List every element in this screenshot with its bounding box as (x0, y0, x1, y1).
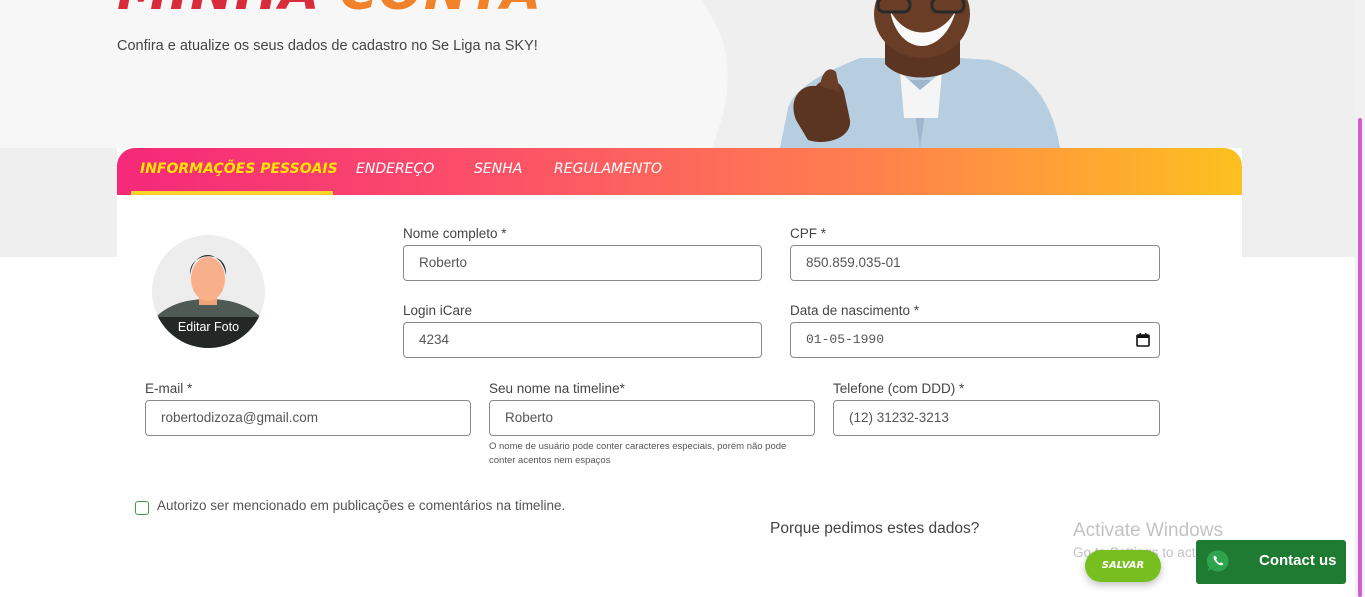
edit-photo-label: Editar Foto (177, 320, 240, 334)
consent-label[interactable]: Autorizo ser mencionado em publicações e… (157, 498, 565, 513)
page-title-part2: CONTA (340, 0, 543, 22)
timeline-name-label: Seu nome na timeline* (489, 381, 625, 396)
calendar-icon[interactable] (1136, 333, 1150, 347)
windows-watermark-title: Activate Windows (1073, 520, 1223, 541)
birthdate-value: 01-05-1990 (806, 332, 885, 347)
page-subtitle: Confira e atualize os seus dados de cada… (117, 38, 538, 54)
tab-personal-info[interactable]: INFORMAÇÕES PESSOAIS (140, 148, 338, 195)
email-input[interactable]: robertodizoza@gmail.com (145, 400, 471, 436)
tab-address[interactable]: ENDEREÇO (356, 148, 434, 195)
save-button[interactable]: SALVAR (1085, 550, 1161, 582)
login-label: Login iCare (403, 303, 473, 318)
birthdate-input[interactable]: 01-05-1990 (790, 322, 1160, 358)
timeline-name-input[interactable]: Roberto (489, 400, 815, 436)
page-title: MINHA CONTA (117, 0, 542, 20)
login-input[interactable]: 4234 (403, 322, 762, 358)
contact-us-label: Contact us (1259, 552, 1337, 569)
whatsapp-icon (1206, 550, 1229, 572)
active-tab-indicator (131, 191, 333, 195)
page-scrollbar[interactable] (1355, 0, 1365, 597)
tab-password[interactable]: SENHA (474, 148, 522, 195)
tab-regulation[interactable]: REGULAMENTO (554, 148, 662, 195)
birthdate-label: Data de nascimento * (790, 303, 920, 318)
email-label: E-mail * (145, 381, 193, 396)
phone-input[interactable]: (12) 31232-3213 (833, 400, 1160, 436)
hero-person-image (780, 0, 1060, 148)
cpf-label: CPF * (790, 226, 827, 241)
page-title-part1: MINHA (117, 0, 320, 22)
scrollbar-thumb[interactable] (1358, 118, 1362, 597)
tab-bar: INFORMAÇÕES PESSOAIS ENDEREÇO SENHA REGU… (117, 148, 1242, 195)
full-name-input[interactable]: Roberto (403, 245, 762, 281)
timeline-name-hint: O nome de usuário pode conter caracteres… (489, 441, 787, 466)
phone-label: Telefone (com DDD) * (833, 381, 965, 396)
full-name-label: Nome completo * (403, 226, 507, 241)
avatar[interactable]: Editar Foto (152, 235, 265, 348)
why-data-link[interactable]: Porque pedimos estes dados? (770, 520, 979, 538)
cpf-input[interactable]: 850.859.035-01 (790, 245, 1160, 281)
contact-us-button[interactable]: Contact us (1196, 540, 1346, 584)
consent-checkbox[interactable] (135, 501, 149, 515)
